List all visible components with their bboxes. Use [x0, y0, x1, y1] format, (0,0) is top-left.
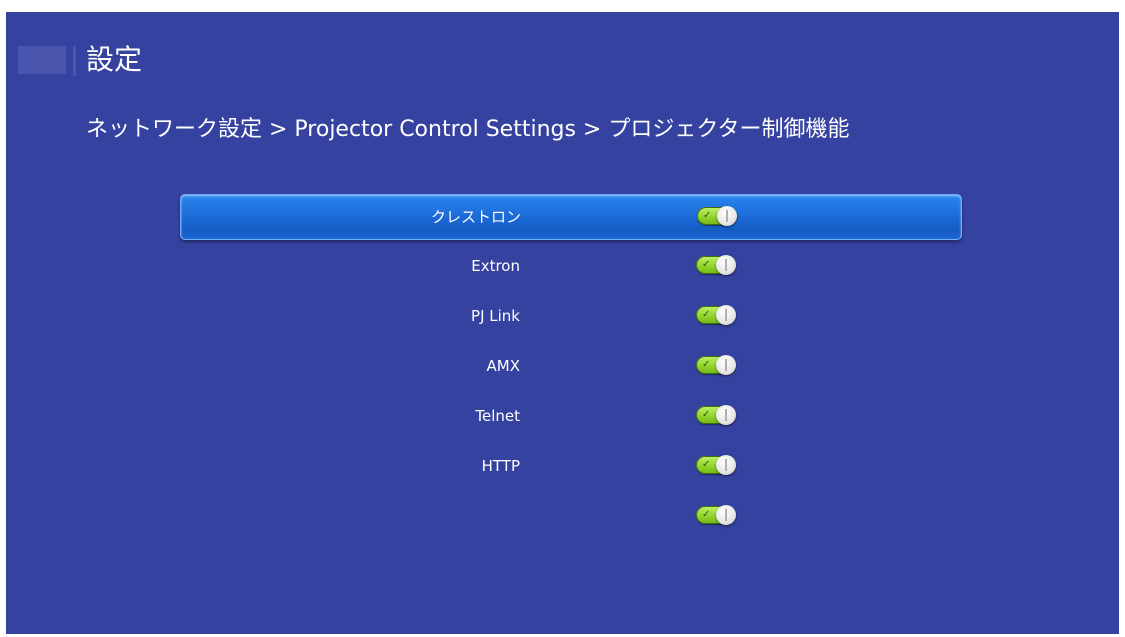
- toggle-knob: [716, 505, 736, 525]
- menu-item-http[interactable]: HTTP ✓: [180, 444, 960, 488]
- breadcrumb: ネットワーク設定 > Projector Control Settings > …: [86, 117, 850, 142]
- check-icon: ✓: [702, 409, 711, 420]
- toggle-switch-icon[interactable]: ✓: [697, 206, 737, 226]
- toggle-switch-icon[interactable]: ✓: [696, 455, 736, 475]
- menu-item-amx[interactable]: AMX ✓: [180, 344, 960, 388]
- check-icon: ✓: [702, 509, 711, 520]
- menu-item-label: Telnet: [475, 407, 520, 425]
- check-icon: ✓: [702, 309, 711, 320]
- menu-item-label: AMX: [486, 357, 520, 375]
- settings-screen: 設定 ネットワーク設定 > Projector Control Settings…: [6, 12, 1119, 634]
- toggle-knob: [716, 355, 736, 375]
- toggle-switch-icon[interactable]: ✓: [696, 305, 736, 325]
- check-icon: ✓: [702, 259, 711, 270]
- toggle-knob: [716, 455, 736, 475]
- toggle-switch-icon[interactable]: ✓: [696, 405, 736, 425]
- menu-item-pjlink[interactable]: PJ Link ✓: [180, 294, 960, 338]
- menu-item-extron[interactable]: Extron ✓: [180, 244, 960, 288]
- menu-item-telnet[interactable]: Telnet ✓: [180, 394, 960, 438]
- check-icon: ✓: [702, 359, 711, 370]
- menu-item-label: PJ Link: [471, 307, 520, 325]
- toggle-knob: [716, 305, 736, 325]
- header-divider: [73, 46, 76, 76]
- toggle-knob: [717, 206, 737, 226]
- menu-item-label: HTTP: [481, 457, 520, 475]
- toggle-knob: [716, 405, 736, 425]
- page-title: 設定: [86, 43, 143, 76]
- toggle-switch-icon[interactable]: ✓: [696, 255, 736, 275]
- header-logo-placeholder: [18, 46, 66, 74]
- toggle-switch-icon[interactable]: ✓: [696, 505, 736, 525]
- check-icon: ✓: [702, 459, 711, 470]
- check-icon: ✓: [703, 210, 712, 221]
- menu-item-crestron[interactable]: クレストロン ✓: [180, 194, 962, 240]
- menu-item-unlabeled[interactable]: ✓: [180, 494, 960, 538]
- menu-item-label: Extron: [471, 257, 520, 275]
- toggle-switch-icon[interactable]: ✓: [696, 355, 736, 375]
- toggle-knob: [716, 255, 736, 275]
- menu-item-label: クレストロン: [430, 208, 521, 226]
